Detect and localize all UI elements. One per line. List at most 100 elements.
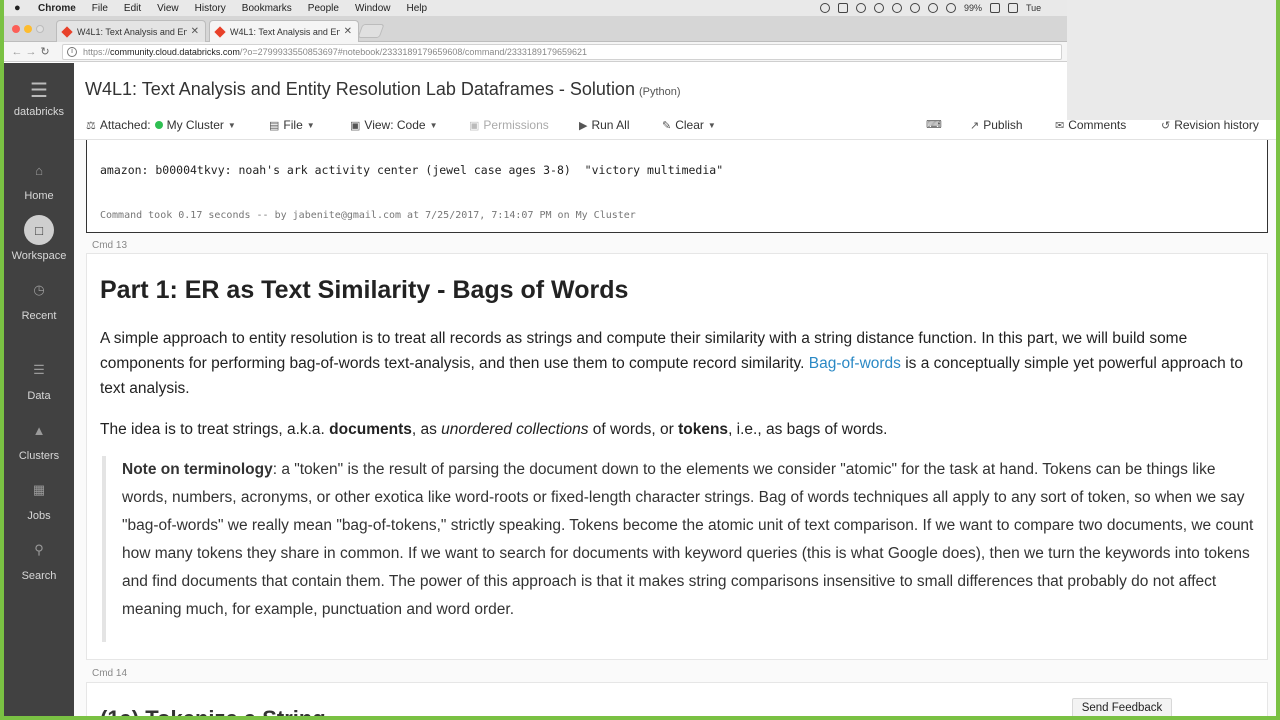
forward-icon[interactable]: → [24,46,38,58]
bag-of-words-link[interactable]: Bag-of-words [809,355,901,372]
chevron-down-icon: ▼ [227,120,236,130]
tab-close-icon[interactable]: ✕ [344,26,352,37]
next-section-heading: (1a) Tokenize a String [100,706,326,716]
timer-icon[interactable] [892,3,902,13]
attached-cluster-menu[interactable]: ⚖ Attached: My Cluster ▼ [86,118,236,132]
wifi-icon[interactable] [946,3,956,13]
minimize-window-button[interactable] [24,25,32,33]
battery-percent: 99% [964,3,983,13]
clock-icon: ◷ [33,282,45,297]
clusters-icon: ▲ [32,422,46,438]
tab-title: W4L1: Text Analysis and Entity [77,26,187,37]
paragraph-text: , i.e., as bags of words. [728,421,888,438]
tab-close-icon[interactable]: ✕ [191,26,199,37]
sidebar-item-label: Search [21,570,57,582]
sidebar-logo[interactable]: ☰ databricks [4,75,74,119]
sidebar-item-label: Workspace [11,250,67,262]
cluster-icon: ⚖ [86,119,96,132]
permissions-label: Permissions [483,118,549,132]
paragraph-idea: The idea is to treat strings, a.k.a. doc… [100,417,1250,442]
view-menu[interactable]: ▣ View: Code ▼ [350,118,437,132]
menu-app-name[interactable]: Chrome [38,3,76,14]
terminology-note: Note on terminology: a "token" is the re… [102,456,1262,642]
menu-edit[interactable]: Edit [124,3,141,14]
battery-icon[interactable] [990,3,1001,13]
calendar-icon: ▦ [32,482,46,497]
chevron-down-icon: ▼ [429,120,438,130]
sidebar-item-home[interactable]: ⌂ Home [4,155,74,203]
notebook-title-text: W4L1: Text Analysis and Entity Resolutio… [85,79,635,99]
databricks-favicon-icon [61,25,73,38]
url-host: community.cloud.databricks.com [110,47,240,57]
menu-window[interactable]: Window [355,3,391,14]
sidebar-item-jobs[interactable]: ▦ Jobs [4,475,74,522]
menu-clock[interactable]: Tue [1026,3,1041,13]
close-window-button[interactable] [12,25,20,33]
back-icon[interactable]: ← [10,46,24,58]
time-machine-icon[interactable] [874,3,884,13]
tab-title: W4L1: Text Analysis and Entity [230,26,340,37]
paragraph-text: , as [411,421,442,438]
sidebar-item-recent[interactable]: ◷ Recent [4,275,74,322]
markdown-cell[interactable]: Part 1: ER as Text Similarity - Bags of … [86,253,1268,660]
keyboard-shortcuts-button[interactable]: ⌨ [926,118,942,131]
sync-icon[interactable] [856,3,866,13]
folder-icon: □ [24,215,54,245]
menu-view[interactable]: View [157,3,179,14]
status-icons: 99% Tue [820,0,1041,16]
comments-label: Comments [1068,118,1127,132]
menu-history[interactable]: History [195,3,226,14]
cluster-name: My Cluster [166,118,224,132]
notebook-title[interactable]: W4L1: Text Analysis and Entity Resolutio… [85,79,681,100]
chevron-down-icon: ▼ [707,120,716,130]
url-field[interactable]: i https://community.cloud.databricks.com… [62,44,1062,60]
permissions-button[interactable]: ▣ Permissions [469,118,549,132]
new-tab-button[interactable] [357,24,385,38]
menu-bookmarks[interactable]: Bookmarks [242,3,292,14]
menu-help[interactable]: Help [407,3,428,14]
home-icon: ⌂ [35,162,43,178]
sidebar-item-search[interactable]: ⚲ Search [4,535,74,582]
flag-icon[interactable] [1008,3,1019,13]
search-icon: ⚲ [34,542,44,557]
comments-button[interactable]: ✉ Comments [1055,118,1126,132]
zoom-window-button[interactable] [36,25,44,33]
command-meta: Command took 0.17 seconds -- by jabenite… [100,210,636,221]
cmd-label: Cmd 13 [92,240,128,251]
bold-term: tokens [678,421,729,438]
sidebar-item-label: Data [27,390,51,402]
info-icon[interactable]: i [67,47,77,57]
cmd-label: Cmd 14 [92,668,128,679]
comment-icon: ✉ [1055,119,1065,132]
sidebar: ☰ databricks ⌂ Home □ Workspace ◷ Recent… [4,63,74,716]
sidebar-item-label: Clusters [18,450,60,462]
paragraph-text: of words, or [588,421,679,438]
file-menu[interactable]: ▤ File ▼ [269,118,315,132]
sidebar-item-clusters[interactable]: ▲ Clusters [4,415,74,463]
menu-file[interactable]: File [92,3,108,14]
command-output-cell[interactable]: amazon: b00004tkvy: noah's ark activity … [86,140,1268,233]
bold-term: documents [329,421,412,438]
menu-people[interactable]: People [308,3,339,14]
reload-icon[interactable]: ↻ [38,45,52,58]
dropbox-icon[interactable] [838,3,848,13]
revision-history-button[interactable]: ↺ Revision history [1161,118,1259,132]
send-feedback-button[interactable]: Send Feedback [1072,698,1172,716]
apple-icon[interactable]: ● [14,2,28,14]
clear-label: Clear [675,118,704,132]
databricks-favicon-icon [214,25,226,38]
sidebar-item-workspace[interactable]: □ Workspace [4,215,74,262]
notebook-content[interactable]: amazon: b00004tkvy: noah's ark activity … [74,140,1276,716]
eraser-icon: ✎ [662,119,672,132]
attached-label: Attached: [99,118,151,132]
sidebar-item-data[interactable]: ☰ Data [4,355,74,402]
volume-icon[interactable] [928,3,938,13]
publish-button[interactable]: ↗ Publish [970,118,1023,132]
browser-tab-2[interactable]: W4L1: Text Analysis and Entity ✕ [209,20,359,42]
image-icon: ▣ [350,119,361,132]
record-icon[interactable] [820,3,830,13]
browser-tab-1[interactable]: W4L1: Text Analysis and Entity ✕ [56,20,206,42]
run-all-button[interactable]: ▶ Run All [579,118,630,132]
clear-menu[interactable]: ✎ Clear ▼ [662,118,716,132]
bluetooth-icon[interactable] [910,3,920,13]
